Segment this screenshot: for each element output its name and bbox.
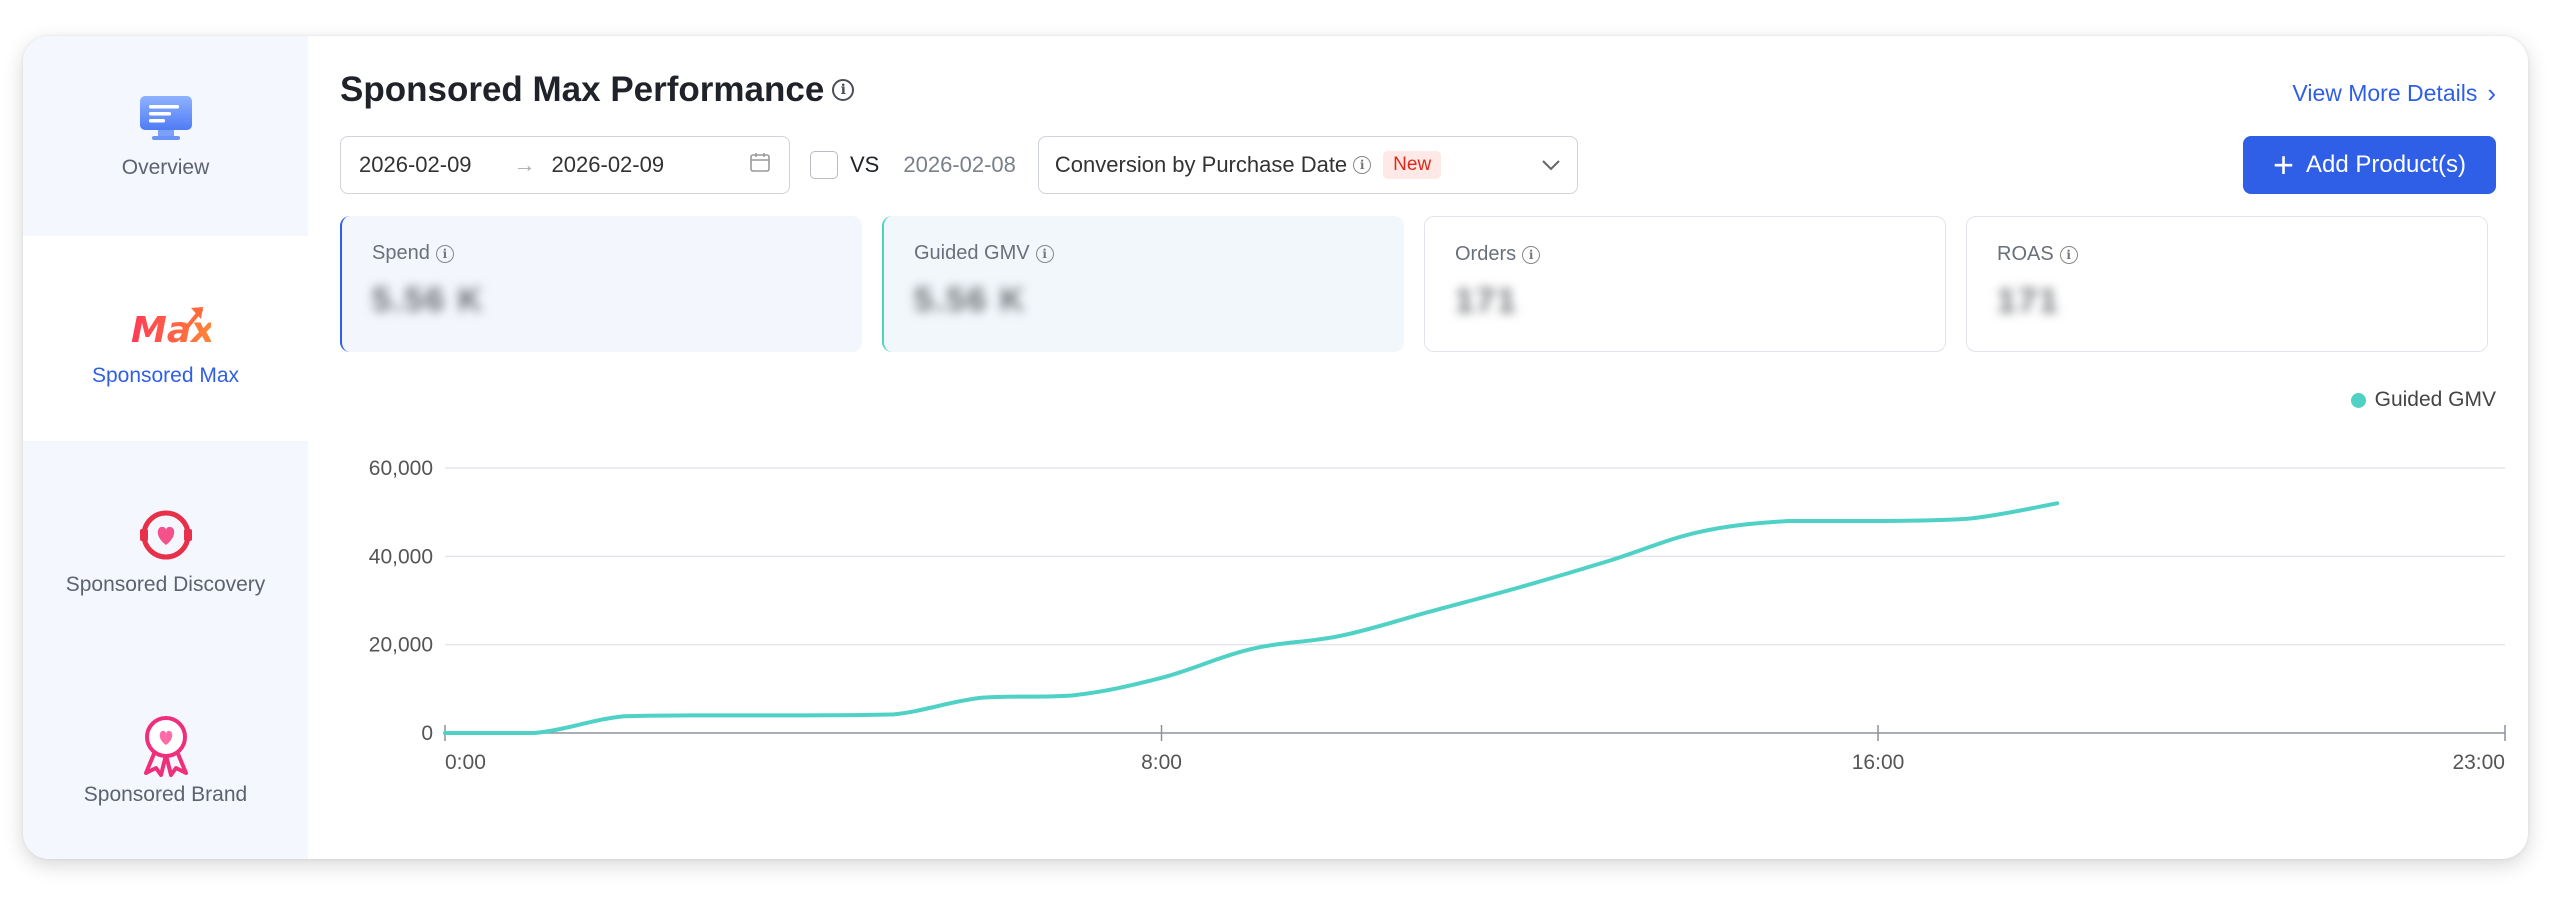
- series-line-guided-gmv: [443, 501, 2060, 735]
- info-icon[interactable]: i: [435, 244, 454, 263]
- vs-date: 2026-02-08: [903, 152, 1016, 177]
- sidebar-item-label: Sponsored Max: [91, 364, 240, 387]
- title-row: Sponsored Max Performance i: [340, 70, 855, 110]
- new-badge: New: [1383, 151, 1442, 179]
- max-logo-icon: Max: [121, 294, 211, 358]
- conversion-select[interactable]: Conversion by Purchase Date i New: [1037, 136, 1578, 194]
- metric-label: Guided GMV: [914, 242, 1030, 264]
- x-tick-label: 16:00: [1852, 751, 1905, 774]
- legend-label: Guided GMV: [2374, 388, 2496, 411]
- overview-icon: [136, 86, 196, 150]
- vs-label: VS: [850, 152, 880, 177]
- metric-label: Spend: [372, 242, 430, 264]
- sidebar-item-sponsored-discovery[interactable]: Sponsored Discovery: [23, 441, 308, 651]
- y-tick-label: 40,000: [369, 545, 433, 568]
- sidebar-item-sponsored-max[interactable]: Max Sponsored Max: [23, 236, 308, 441]
- page-title: Sponsored Max Performance: [340, 70, 825, 109]
- date-end: 2026-02-09: [551, 152, 665, 177]
- view-more-label: View More Details: [2292, 80, 2478, 106]
- sidebar: Overview Max Sponsored Max Sponsored Dis…: [23, 36, 308, 859]
- filter-bar: 2026-02-09 → 2026-02-09 VS 2026-02-08 Co…: [340, 136, 1578, 194]
- metric-card-roas[interactable]: ROAS i 171: [1966, 216, 2488, 352]
- info-icon[interactable]: i: [1522, 245, 1541, 264]
- metric-value: 5.56 K: [372, 281, 485, 319]
- add-products-label: Add Product(s): [2305, 151, 2467, 178]
- sidebar-item-overview[interactable]: Overview: [23, 36, 308, 236]
- sidebar-item-label: Sponsored Brand: [83, 783, 248, 806]
- info-icon[interactable]: i: [1035, 244, 1054, 263]
- metric-value: 171: [1997, 282, 2060, 320]
- chevron-right-icon: ›: [2487, 78, 2496, 108]
- performance-card: Overview Max Sponsored Max Sponsored Dis…: [23, 36, 2528, 859]
- conversion-select-value: Conversion by Purchase Date: [1054, 152, 1348, 177]
- y-tick-label: 20,000: [369, 634, 433, 657]
- sidebar-item-label: Sponsored Discovery: [65, 573, 266, 596]
- vs-checkbox[interactable]: [810, 151, 838, 179]
- x-tick-label: 0:00: [445, 751, 486, 774]
- metric-label: Orders: [1455, 243, 1517, 265]
- chevron-down-icon: [1541, 154, 1561, 177]
- date-start: 2026-02-09: [359, 152, 472, 177]
- add-products-button[interactable]: + Add Product(s): [2243, 136, 2496, 194]
- calendar-icon: [749, 151, 771, 179]
- metric-card-orders[interactable]: Orders i 171: [1424, 216, 1946, 352]
- y-tick-label: 0: [421, 722, 433, 745]
- legend-dot: [2350, 392, 2366, 408]
- y-tick-label: 60,000: [369, 457, 433, 480]
- info-icon[interactable]: i: [2059, 245, 2078, 264]
- metric-card-guided-gmv[interactable]: Guided GMV i 5.56 K: [882, 216, 1404, 352]
- info-icon[interactable]: i: [1353, 156, 1372, 174]
- sidebar-item-sponsored-brand[interactable]: Sponsored Brand: [23, 651, 308, 859]
- chart-legend[interactable]: Guided GMV: [2350, 388, 2496, 412]
- sidebar-item-label: Overview: [121, 156, 210, 179]
- arrow-right-icon: →: [513, 152, 536, 177]
- metric-value: 5.56 K: [914, 281, 1027, 319]
- info-icon[interactable]: i: [832, 79, 855, 101]
- metric-card-spend[interactable]: Spend i 5.56 K: [340, 216, 862, 352]
- view-more-details-link[interactable]: View More Details ›: [2292, 78, 2496, 109]
- metric-value: 171: [1455, 282, 1518, 320]
- plus-icon: +: [2272, 144, 2294, 185]
- gmv-line-chart: 0 20,000 40,000 60,000 0:00 8:00 16:00 23:00: [369, 457, 2506, 774]
- metric-label: ROAS: [1997, 243, 2054, 265]
- date-range-picker[interactable]: 2026-02-09 → 2026-02-09: [340, 136, 790, 194]
- main-panel: Sponsored Max Performance i View More De…: [308, 36, 2528, 859]
- x-tick-label: 23:00: [2452, 751, 2505, 774]
- discovery-heart-icon: [136, 503, 196, 567]
- brand-ribbon-icon: [136, 713, 196, 777]
- x-tick-label: 8:00: [1141, 751, 1182, 774]
